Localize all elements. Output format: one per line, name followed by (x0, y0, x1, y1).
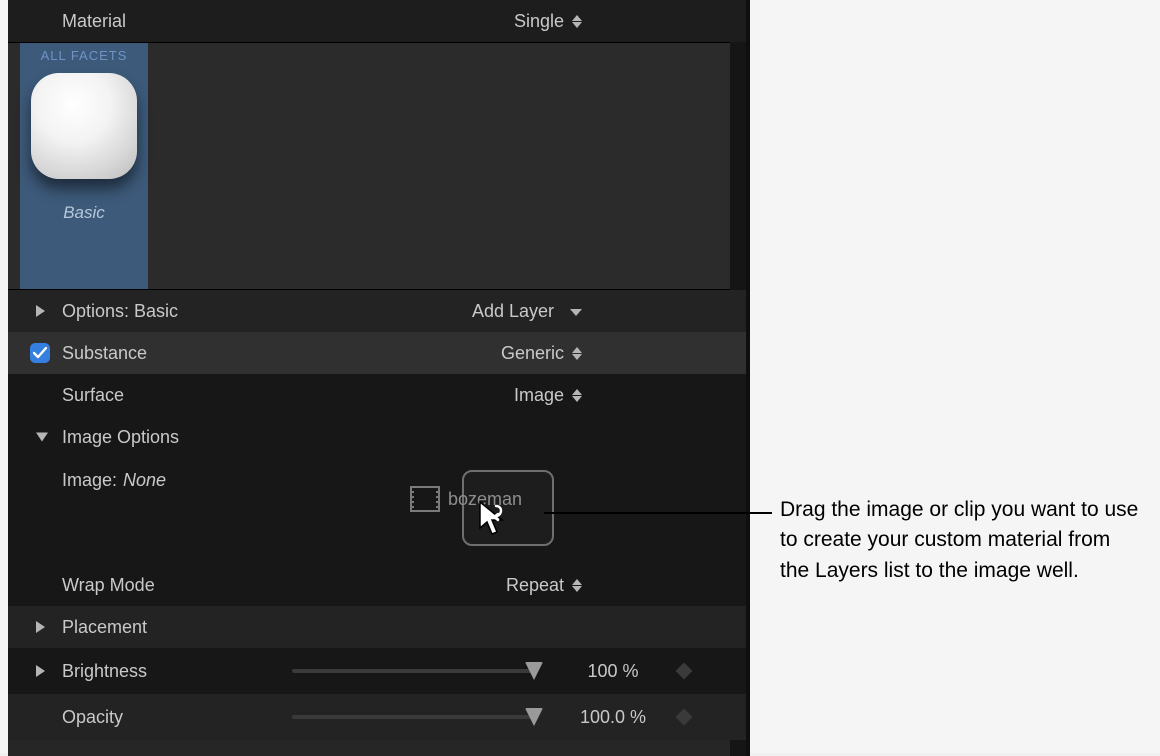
callout-text: Drag the image or clip you want to use t… (780, 495, 1140, 586)
wrap-mode-value: Repeat (506, 575, 564, 596)
surface-value: Image (514, 385, 564, 406)
opacity-row: Opacity 100.0 % (8, 694, 746, 740)
updown-stepper-icon (572, 347, 582, 360)
surface-dropdown[interactable]: Image (292, 385, 728, 406)
image-options-label: Image Options (62, 427, 292, 448)
add-layer-dropdown[interactable]: Add Layer (292, 301, 728, 322)
surface-row: Surface Image (8, 374, 746, 416)
image-value: None (123, 470, 166, 491)
substance-label: Substance (62, 343, 292, 364)
updown-stepper-icon (572, 389, 582, 402)
disclosure-triangle-icon[interactable] (36, 305, 45, 317)
facet-all[interactable]: ALL FACETS Basic (20, 43, 148, 289)
placement-label: Placement (62, 617, 292, 638)
drag-cursor-icon (476, 500, 510, 540)
disclosure-triangle-down-icon[interactable] (36, 433, 48, 442)
material-row: Material Single (8, 0, 746, 42)
opacity-value-field[interactable]: 100.0 % (558, 707, 668, 728)
options-row: Options: Basic Add Layer (8, 290, 746, 332)
inspector-panel: Material Single ALL FACETS Basic Options… (8, 0, 750, 756)
wrap-mode-label: Wrap Mode (62, 575, 292, 596)
substance-row: Substance Generic (8, 332, 746, 374)
clip-icon (410, 486, 440, 512)
chevron-down-icon (570, 301, 582, 321)
image-options-header: Image Options (8, 416, 746, 458)
brightness-slider[interactable] (292, 668, 534, 674)
substance-value: Generic (501, 343, 564, 364)
facet-gallery: ALL FACETS Basic (8, 42, 746, 290)
surface-label: Surface (62, 385, 292, 406)
material-preview (31, 73, 137, 179)
updown-stepper-icon (572, 15, 582, 28)
callout-leader-line (544, 512, 772, 514)
material-value: Single (514, 11, 564, 32)
substance-checkbox[interactable] (30, 343, 50, 363)
image-label: Image: (62, 470, 117, 491)
opacity-label: Opacity (62, 707, 292, 728)
disclosure-triangle-icon[interactable] (36, 665, 45, 677)
wrap-mode-dropdown[interactable]: Repeat (292, 575, 728, 596)
image-well-row: Image: None bozeman (8, 458, 746, 564)
brightness-row: Brightness 100 % (8, 648, 746, 694)
substance-dropdown[interactable]: Generic (292, 343, 728, 364)
disclosure-triangle-icon[interactable] (36, 621, 45, 633)
updown-stepper-icon (572, 579, 582, 592)
wrap-mode-row: Wrap Mode Repeat (8, 564, 746, 606)
brightness-value-field[interactable]: 100 % (558, 661, 668, 682)
material-label: Material (62, 11, 292, 32)
options-label: Options: Basic (62, 301, 292, 322)
facet-name: Basic (63, 203, 105, 223)
reset-diamond-icon[interactable] (676, 663, 693, 680)
opacity-slider[interactable] (292, 714, 534, 720)
reset-diamond-icon[interactable] (676, 709, 693, 726)
placement-row: Placement (8, 606, 746, 648)
material-dropdown[interactable]: Single (292, 11, 728, 32)
facet-header: ALL FACETS (20, 43, 148, 67)
brightness-label: Brightness (62, 661, 292, 682)
add-layer-label: Add Layer (472, 301, 554, 322)
